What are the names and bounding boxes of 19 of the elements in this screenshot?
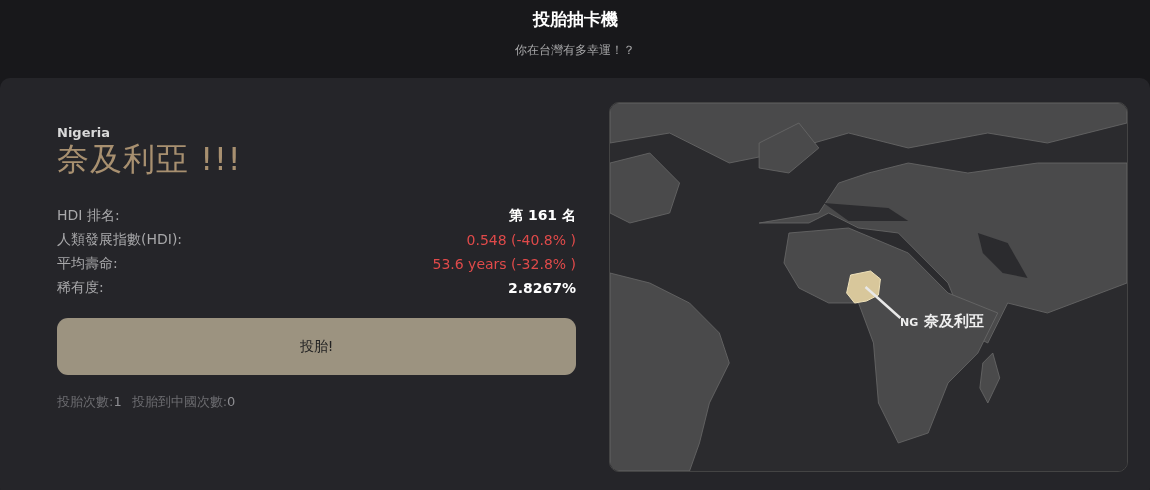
stat-value: 第 161 名 (509, 207, 576, 225)
app-title: 投胎抽卡機 (532, 8, 618, 30)
country-code-label: NG (900, 316, 919, 329)
stat-label: 稀有度: (57, 279, 104, 297)
counter-text: 投胎次數:1 (57, 393, 122, 411)
leader-line (864, 286, 902, 319)
stat-label: 平均壽命: (57, 255, 118, 273)
app-subtitle: 你在台灣有多幸運！？ (515, 42, 635, 58)
stat-value: 2.8267% (507, 280, 576, 296)
country-name: 奈及利亞 !!! (57, 140, 243, 178)
roll-button[interactable]: 投胎! (57, 318, 576, 375)
stat-label: HDI 排名: (57, 207, 120, 225)
stat-value: 53.6 years (-32.8% ) (432, 256, 576, 272)
country-name-english: Nigeria (57, 126, 112, 140)
map-country-label: 奈及利亞 (924, 312, 985, 331)
counter-text: 投胎到中國次數:0 (131, 393, 236, 411)
stat-label: 人類發展指數(HDI): (57, 231, 183, 249)
stat-value: 0.548 (-40.8% ) (466, 232, 576, 248)
country-highlight (846, 270, 881, 304)
